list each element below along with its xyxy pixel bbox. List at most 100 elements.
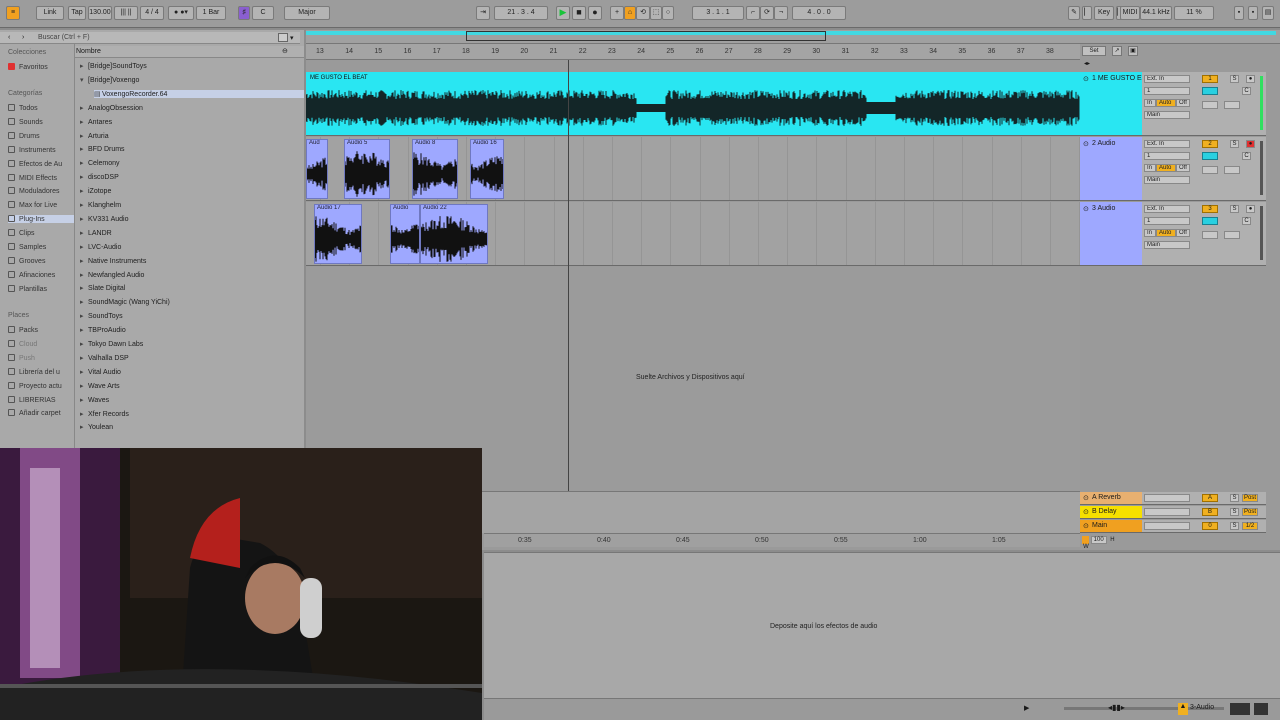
sidebar-item-category[interactable]: Max for Live xyxy=(8,201,57,209)
sends-field[interactable] xyxy=(1202,101,1218,109)
return-activator[interactable]: A xyxy=(1202,494,1218,502)
zoom-field[interactable]: 100 xyxy=(1090,536,1107,544)
track-fold-icon[interactable]: ⊙ xyxy=(1083,75,1089,83)
return-track-name[interactable]: A Reverb xyxy=(1092,494,1121,501)
audio-clip[interactable]: Audio 8 xyxy=(412,139,458,199)
sidebar-item-category[interactable]: Efectos de Au xyxy=(8,159,62,168)
return-activator[interactable]: B xyxy=(1202,508,1218,516)
filter-icon[interactable] xyxy=(278,33,288,42)
midi-map-button[interactable]: MIDI xyxy=(1120,6,1140,20)
pan-field[interactable]: C xyxy=(1242,152,1251,160)
sidebar-item-category[interactable]: Afinaciones xyxy=(8,270,55,279)
overdub-icon[interactable]: + xyxy=(610,6,624,20)
sidebar-item-place[interactable]: Añadir carpet xyxy=(8,409,61,417)
browser-list-item[interactable]: ▸ LVC-Audio xyxy=(80,243,121,251)
follow-toggle-icon[interactable] xyxy=(1082,536,1089,544)
audio-clip[interactable]: Audio 16 xyxy=(470,139,504,199)
return-output[interactable] xyxy=(1144,494,1190,502)
warning-icon[interactable]: ▲ xyxy=(1178,703,1188,715)
time-ruler[interactable]: 0:35 0:40 0:45 0:50 0:55 1:00 1:05 xyxy=(484,533,1080,547)
browser-list-item[interactable]: ▤VoxengoRecorder.64 xyxy=(94,89,304,98)
loop-start-field[interactable]: 3 . 1 . 1 xyxy=(692,6,744,20)
post-button[interactable]: Post xyxy=(1242,508,1258,516)
h-icon[interactable]: H xyxy=(1108,537,1116,543)
volume-field[interactable] xyxy=(1202,152,1218,160)
key-map-button[interactable]: Key xyxy=(1094,6,1114,20)
audio-clip[interactable]: Aud xyxy=(306,139,328,199)
stop-icon[interactable]: ■ xyxy=(572,6,586,20)
sidebar-item-place[interactable]: Packs xyxy=(8,326,38,334)
tap-button[interactable]: Tap xyxy=(68,6,86,20)
monitor-off-button[interactable]: Off xyxy=(1176,99,1190,107)
sidebar-item-favorites[interactable]: Favoritos xyxy=(8,63,48,71)
draw-mode-icon[interactable]: ✎ xyxy=(1068,6,1080,20)
loop-switch-icon[interactable]: ⟳ xyxy=(760,6,774,20)
monitor-auto-button[interactable]: Auto xyxy=(1156,164,1176,172)
audio-clip[interactable]: Audio 22 xyxy=(420,204,488,264)
back-icon[interactable]: ‹ xyxy=(8,34,10,41)
automation-arm-icon[interactable]: ⌂ xyxy=(624,6,636,20)
audio-clip[interactable]: Audio 17 xyxy=(314,204,362,264)
browser-list-item[interactable]: ▸ Wave Arts xyxy=(80,382,120,390)
return-track-header[interactable]: B Delay ⊙ xyxy=(1080,506,1142,519)
browser-list-item[interactable]: ▸ SoundToys xyxy=(80,312,123,320)
browser-list-item[interactable]: ▸ discoDSP xyxy=(80,173,119,181)
play-status-icon[interactable]: ▶ xyxy=(1024,704,1029,712)
menu-icon[interactable]: ≡ xyxy=(6,6,20,20)
input-type-select[interactable]: Ext. In xyxy=(1144,205,1190,213)
track-lane-3[interactable]: Audio 17 Audio Audio 22 xyxy=(306,202,1081,266)
solo-button[interactable]: S xyxy=(1230,508,1239,516)
input-channel-select[interactable]: 1 xyxy=(1144,217,1190,225)
browser-list-item[interactable]: ▸ BFD Drums xyxy=(80,145,125,153)
solo-button[interactable]: S xyxy=(1230,140,1239,148)
return-activator[interactable]: 0 xyxy=(1202,522,1218,530)
track-fold-icon[interactable]: ⊙ xyxy=(1083,508,1089,516)
punch-in-icon[interactable]: ⌐ xyxy=(746,6,760,20)
sidebar-item-category[interactable]: Drums xyxy=(8,131,40,140)
input-channel-select[interactable]: 1 xyxy=(1144,87,1190,95)
post-button[interactable]: 1/2 xyxy=(1242,522,1258,530)
sends-field[interactable] xyxy=(1202,166,1218,174)
return-output[interactable] xyxy=(1144,522,1190,530)
punch-out-icon[interactable]: ¬ xyxy=(774,6,788,20)
audio-clip[interactable]: Audio xyxy=(390,204,420,264)
window-menu-icon[interactable]: ▤ xyxy=(1262,6,1274,20)
device-view[interactable]: Deposite aquí los efectos de audio xyxy=(484,552,1280,698)
post-button[interactable]: Post xyxy=(1242,494,1258,502)
monitor-auto-button[interactable]: Auto xyxy=(1156,229,1176,237)
dropdown-icon[interactable]: ▾ xyxy=(290,34,294,42)
beat-ruler[interactable]: 13 14 15 16 17 18 19 20 21 22 23 24 25 26 27 28 29 30 31 32… xyxy=(306,44,1080,60)
sidebar-item-category[interactable]: Instruments xyxy=(8,145,56,154)
track-name[interactable]: 3 Audio xyxy=(1092,205,1115,212)
monitor-in-button[interactable]: In xyxy=(1144,229,1156,237)
search-input[interactable]: Buscar (Ctrl + F) xyxy=(38,34,90,41)
arm-record-button[interactable]: ● xyxy=(1246,140,1255,148)
browser-list-item[interactable]: ▸ Valhalla DSP xyxy=(80,354,129,362)
volume-field[interactable] xyxy=(1202,87,1218,95)
browser-list-item[interactable]: ▸ Youlean xyxy=(80,423,113,431)
sort-icon[interactable]: ⊖ xyxy=(282,47,288,55)
arrangement-record-icon[interactable]: ↗ xyxy=(1112,46,1122,56)
output-select[interactable]: Main xyxy=(1144,176,1190,184)
track-fold-icon[interactable]: ⊙ xyxy=(1083,140,1089,148)
loop-length-field[interactable]: 4 . 0 . 0 xyxy=(792,6,846,20)
capture-icon[interactable]: ⟲ xyxy=(636,6,650,20)
browser-list-item[interactable]: ▸ Newfangled Audio xyxy=(80,271,144,279)
set-button[interactable]: Set xyxy=(1082,46,1106,56)
solo-button[interactable]: S xyxy=(1230,522,1239,530)
forward-icon[interactable]: › xyxy=(22,34,24,41)
sends-field[interactable] xyxy=(1224,166,1240,174)
sidebar-item-category[interactable]: Grooves xyxy=(8,256,45,265)
track-name[interactable]: 2 Audio xyxy=(1092,140,1115,147)
sends-field[interactable] xyxy=(1224,231,1240,239)
output-select[interactable]: Main xyxy=(1144,241,1190,249)
browser-list-item[interactable]: ▸ Tokyo Dawn Labs xyxy=(80,340,143,348)
track-header[interactable]: ⊙ 1 ME GUSTO E xyxy=(1080,72,1142,136)
play-icon[interactable]: ▶ xyxy=(556,6,570,20)
solo-button[interactable]: S xyxy=(1230,494,1239,502)
browser-list-item[interactable]: ▸ Celemony xyxy=(80,159,120,167)
sidebar-item-category[interactable]: Clips xyxy=(8,229,35,237)
sidebar-item-category[interactable]: Sounds xyxy=(8,117,43,126)
session-record-icon[interactable]: ⬚ xyxy=(650,6,662,20)
monitor-off-button[interactable]: Off xyxy=(1176,164,1190,172)
